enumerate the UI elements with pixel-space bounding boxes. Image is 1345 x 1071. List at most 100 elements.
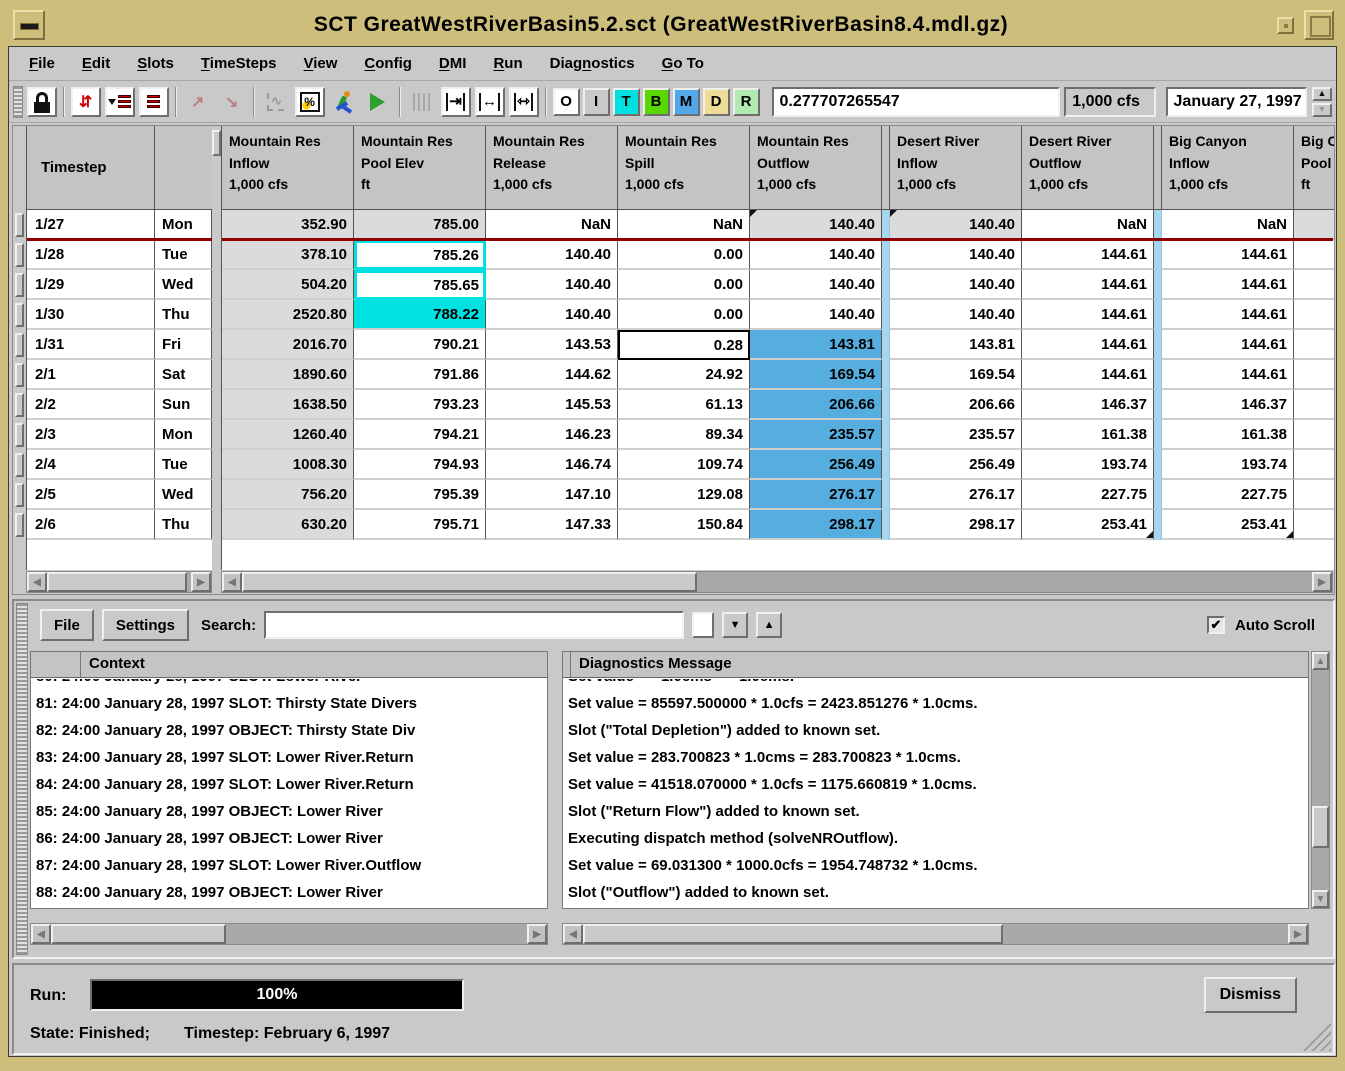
value-cell[interactable]: 140.40 bbox=[890, 300, 1022, 330]
row-handle[interactable] bbox=[15, 363, 24, 387]
menu-item-run[interactable]: Run bbox=[493, 55, 522, 72]
flag-button-r[interactable]: R bbox=[733, 88, 760, 116]
value-cell[interactable]: 143.81 bbox=[750, 330, 882, 360]
value-cell[interactable]: 235.57 bbox=[890, 420, 1022, 450]
scroll-left-icon[interactable]: ◀ bbox=[27, 572, 47, 592]
fit-column-button[interactable]: ⇥ bbox=[441, 87, 471, 117]
value-cell[interactable]: 161.38 bbox=[1162, 420, 1294, 450]
lock-button[interactable] bbox=[27, 87, 57, 117]
value-cell[interactable]: 790.21 bbox=[354, 330, 486, 360]
scroll-thumb[interactable] bbox=[47, 572, 187, 592]
scroll-right-icon[interactable]: ▶ bbox=[1312, 572, 1332, 592]
value-cell[interactable]: 146.37 bbox=[1022, 390, 1154, 420]
scroll-right-icon[interactable]: ▶ bbox=[191, 572, 211, 592]
value-cell[interactable]: 143.81 bbox=[890, 330, 1022, 360]
value-cell[interactable]: 206.66 bbox=[890, 390, 1022, 420]
scroll-right-icon[interactable]: ▶ bbox=[527, 924, 547, 944]
row-handle[interactable] bbox=[15, 303, 24, 327]
menu-item-go-to[interactable]: Go To bbox=[662, 55, 704, 72]
column-header-mountain-res-pool-elev[interactable]: Mountain ResPool Elevft bbox=[354, 126, 486, 209]
scroll-thumb[interactable] bbox=[242, 572, 697, 592]
message-header[interactable]: Diagnostics Message bbox=[571, 652, 1308, 677]
timestep-header[interactable]: Timestep bbox=[27, 126, 155, 209]
value-cell[interactable]: 144.61 bbox=[1162, 240, 1294, 270]
window-menu-button[interactable] bbox=[13, 10, 45, 40]
value-cell[interactable]: 140.40 bbox=[750, 240, 882, 270]
row-handle[interactable] bbox=[15, 213, 24, 237]
value-cell[interactable]: 143.53 bbox=[486, 330, 618, 360]
value-cell[interactable]: 0.00 bbox=[618, 270, 750, 300]
value-cell[interactable]: 129.08 bbox=[618, 480, 750, 510]
context-header[interactable]: Context bbox=[81, 652, 547, 677]
message-line[interactable]: Slot ("Total Depletion") added to known … bbox=[568, 717, 1308, 744]
timestep-date-cell[interactable]: 2/4 bbox=[27, 450, 155, 480]
value-cell[interactable]: 169.54 bbox=[890, 360, 1022, 390]
message-line[interactable]: Set value = 69.031300 * 1000.0cfs = 1954… bbox=[568, 852, 1308, 879]
value-cell[interactable]: 0 bbox=[1294, 270, 1334, 300]
row-handle[interactable] bbox=[15, 453, 24, 477]
value-cell[interactable]: 0 bbox=[1294, 510, 1334, 540]
window-minimize-button[interactable] bbox=[1277, 17, 1294, 34]
timestep-day-cell[interactable]: Thu bbox=[155, 510, 212, 540]
value-cell[interactable]: 193.74 bbox=[1162, 450, 1294, 480]
timestep-day-cell[interactable]: Tue bbox=[155, 450, 212, 480]
column-header-mountain-res-spill[interactable]: Mountain ResSpill1,000 cfs bbox=[618, 126, 750, 209]
date-up-button[interactable]: ▲ bbox=[1312, 87, 1332, 101]
value-cell[interactable]: 276.17 bbox=[750, 480, 882, 510]
value-cell[interactable]: 253.41 bbox=[1162, 510, 1294, 540]
value-cell[interactable]: 144.61 bbox=[1022, 360, 1154, 390]
value-cell[interactable]: 144.61 bbox=[1022, 300, 1154, 330]
value-cell[interactable]: 378.10 bbox=[222, 240, 354, 270]
context-line[interactable]: 82: 24:00 January 28, 1997 OBJECT: Thirs… bbox=[36, 717, 547, 744]
timestep-date-cell[interactable]: 2/5 bbox=[27, 480, 155, 510]
row-handle[interactable] bbox=[15, 243, 24, 267]
timestep-date-cell[interactable]: 2/2 bbox=[27, 390, 155, 420]
value-cell[interactable]: 169.54 bbox=[750, 360, 882, 390]
value-cell[interactable]: 504.20 bbox=[222, 270, 354, 300]
scroll-right-icon[interactable]: ▶ bbox=[1288, 924, 1308, 944]
context-line[interactable]: 87: 24:00 January 28, 1997 SLOT: Lower R… bbox=[36, 852, 547, 879]
flag-button-b[interactable]: B bbox=[643, 88, 670, 116]
value-cell[interactable]: 253.41 bbox=[1022, 510, 1154, 540]
scroll-up-icon[interactable]: ▲ bbox=[1312, 652, 1329, 670]
value-cell[interactable]: 161.38 bbox=[1022, 420, 1154, 450]
scroll-down-icon[interactable]: ▼ bbox=[1312, 890, 1329, 908]
timestep-date-cell[interactable]: 2/1 bbox=[27, 360, 155, 390]
cell-value-field[interactable]: 0.277707265547 bbox=[772, 87, 1061, 117]
value-cell[interactable]: 0 bbox=[1294, 480, 1334, 510]
message-line[interactable]: Set value = 283.700823 * 1.0cms = 283.70… bbox=[568, 744, 1308, 771]
value-cell[interactable]: 0 bbox=[1294, 240, 1334, 270]
column-header-mountain-res-release[interactable]: Mountain ResRelease1,000 cfs bbox=[486, 126, 618, 209]
value-cell[interactable]: 791.86 bbox=[354, 360, 486, 390]
search-input[interactable] bbox=[264, 611, 684, 639]
message-line[interactable]: Executing dispatch method (solveNROutflo… bbox=[568, 825, 1308, 852]
value-cell[interactable]: 256.49 bbox=[890, 450, 1022, 480]
scroll-left-icon[interactable]: ◀ bbox=[222, 572, 242, 592]
value-cell[interactable]: NaN bbox=[486, 210, 618, 240]
menu-item-file[interactable]: File bbox=[29, 55, 55, 72]
message-line[interactable]: Slot ("Outflow") added to known set. bbox=[568, 879, 1308, 906]
value-cell[interactable]: 147.10 bbox=[486, 480, 618, 510]
resize-grip[interactable] bbox=[1297, 1017, 1331, 1051]
scroll-thumb[interactable] bbox=[51, 924, 226, 944]
message-line[interactable]: ------ Simulation RUN FINISHED ------ bbox=[568, 906, 1308, 908]
timestep-day-cell[interactable]: Wed bbox=[155, 480, 212, 510]
flag-button-o[interactable]: O bbox=[553, 88, 580, 116]
message-line[interactable]: Set value = 41518.070000 * 1.0cfs = 1175… bbox=[568, 771, 1308, 798]
message-line[interactable]: Slot ("Return Flow") added to known set. bbox=[568, 798, 1308, 825]
collapse-button[interactable]: ↘ bbox=[217, 87, 247, 117]
column-header-desert-river-inflow[interactable]: Desert RiverInflow1,000 cfs bbox=[890, 126, 1022, 209]
splitter-knob[interactable] bbox=[212, 130, 221, 156]
list-splitter[interactable] bbox=[550, 651, 560, 909]
timestep-day-cell[interactable]: Mon bbox=[155, 420, 212, 450]
menu-item-config[interactable]: Config bbox=[364, 55, 412, 72]
timestep-hscrollbar[interactable]: ◀ ▶ bbox=[26, 571, 212, 593]
menu-item-view[interactable]: View bbox=[304, 55, 338, 72]
value-cell[interactable]: 0 bbox=[1294, 360, 1334, 390]
value-cell[interactable]: 756.20 bbox=[222, 480, 354, 510]
value-cell[interactable]: 206.66 bbox=[750, 390, 882, 420]
value-cell[interactable]: NaN bbox=[618, 210, 750, 240]
menu-item-slots[interactable]: Slots bbox=[137, 55, 174, 72]
message-vscrollbar[interactable]: ▲ ▼ bbox=[1311, 651, 1330, 909]
resize-column-button[interactable]: ↔ bbox=[475, 87, 505, 117]
